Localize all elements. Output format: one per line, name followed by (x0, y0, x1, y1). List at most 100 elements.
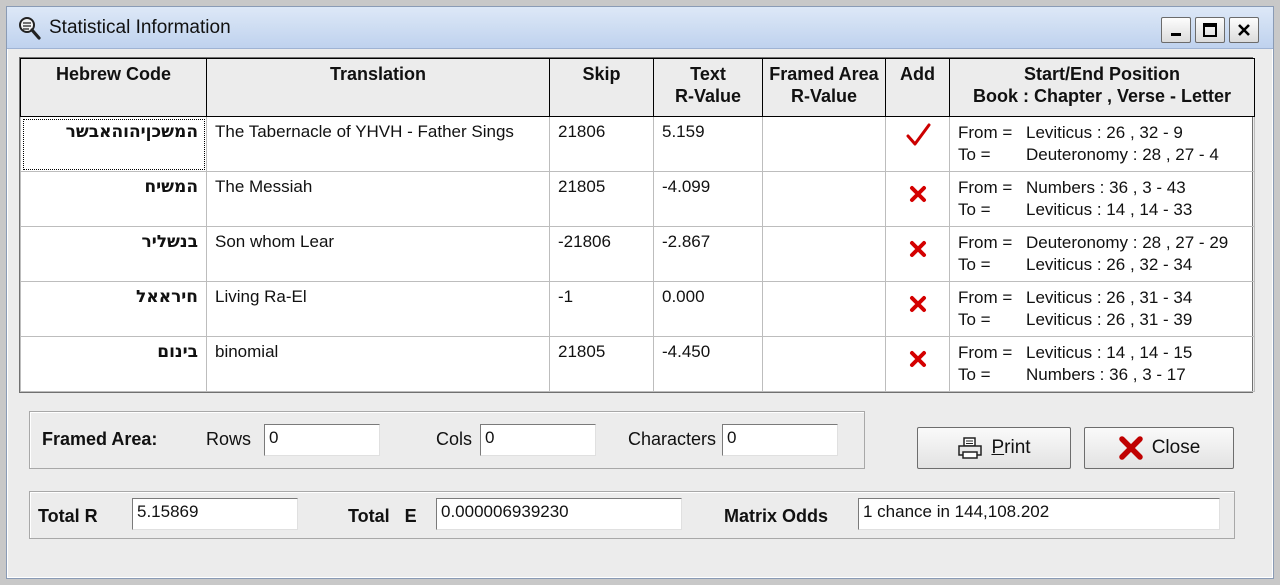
translation-cell[interactable]: Son whom Lear (206, 226, 550, 282)
x-icon (909, 351, 926, 367)
framed-r-value-cell[interactable] (762, 171, 886, 227)
hebrew-code-cell[interactable]: חיראאל (20, 281, 207, 337)
table-row[interactable]: בינום binomial 21805 -4.450 From = Leviticus … (20, 336, 1255, 392)
header-skip[interactable]: Skip (549, 58, 654, 117)
red-x-icon (1118, 436, 1143, 460)
translation-cell[interactable]: The Messiah (206, 171, 550, 227)
close-label: Close (1151, 437, 1201, 458)
maximize-button[interactable] (1195, 17, 1225, 43)
rows-label: Rows (206, 429, 252, 449)
hebrew-code-cell[interactable]: בינום (20, 336, 207, 392)
from-value: Deuteronomy : 28 , 27 - 29 (1026, 233, 1229, 252)
to-value: Numbers : 36 , 3 - 17 (1026, 365, 1186, 384)
add-cell[interactable] (885, 226, 950, 282)
characters-field[interactable]: 0 (722, 424, 838, 456)
add-cell[interactable] (885, 116, 950, 172)
x-icon (909, 186, 926, 202)
total-e-field[interactable]: 0.000006939230 (436, 498, 682, 530)
statistical-information-window: Statistical Information Hebrew Code Tran… (6, 6, 1274, 579)
add-cell[interactable] (885, 171, 950, 227)
text-r-value-cell[interactable]: 5.159 (653, 116, 763, 172)
x-icon (909, 296, 926, 312)
to-value: Leviticus : 26 , 31 - 39 (1026, 310, 1193, 329)
statistics-table: Hebrew Code Translation Skip Text R-Value… (20, 58, 1255, 392)
skip-cell[interactable]: 21805 (549, 336, 654, 392)
print-label: Print (991, 437, 1031, 458)
from-label: From = (958, 233, 1013, 252)
table-row[interactable]: המשיח The Messiah 21805 -4.099 From = Numbers… (20, 171, 1255, 227)
table-row[interactable]: חיראאל Living Ra-El -1 0.000 From = Leviticus… (20, 281, 1255, 337)
from-label: From = (958, 343, 1013, 362)
position-cell[interactable]: From = Numbers : 36 , 3 - 43 To = Leviticus… (949, 171, 1255, 227)
to-value: Leviticus : 14 , 14 - 33 (1026, 200, 1193, 219)
print-button[interactable]: Print (917, 427, 1071, 469)
framed-area-label: Framed Area: (42, 429, 158, 449)
table-row[interactable]: בנשליר Son whom Lear -21806 -2.867 From = Deu… (20, 226, 1255, 282)
from-value: Numbers : 36 , 3 - 43 (1026, 178, 1186, 197)
from-label: From = (958, 178, 1013, 197)
translation-cell[interactable]: binomial (206, 336, 550, 392)
header-text-r-value[interactable]: Text R-Value (653, 58, 763, 117)
from-value: Leviticus : 14 , 14 - 15 (1026, 343, 1193, 362)
position-cell[interactable]: From = Leviticus : 26 , 31 - 34 To = Leviti… (949, 281, 1255, 337)
from-label: From = (958, 123, 1013, 142)
characters-label: Characters (628, 429, 717, 449)
window-title: Statistical Information (49, 17, 231, 38)
table-row[interactable]: המשכןיהוהאבשר The Tabernacle of YHVH - Fa… (20, 116, 1255, 172)
header-row: Hebrew Code Translation Skip Text R-Value… (20, 58, 1255, 117)
magnifier-icon (19, 17, 41, 40)
position-cell[interactable]: From = Leviticus : 26 , 32 - 9 To = Deutero… (949, 116, 1255, 172)
add-cell[interactable] (885, 281, 950, 337)
position-cell[interactable]: From = Deuteronomy : 28 , 27 - 29 To = Levi… (949, 226, 1255, 282)
rows-field[interactable]: 0 (264, 424, 380, 456)
translation-cell[interactable]: Living Ra-El (206, 281, 550, 337)
framed-r-value-cell[interactable] (762, 226, 886, 282)
cols-field[interactable]: 0 (480, 424, 596, 456)
framed-r-value-cell[interactable] (762, 281, 886, 337)
framed-area-panel: Framed Area: Rows 0 Cols 0 Characters 0 (29, 411, 865, 469)
matrix-odds-label: Matrix Odds (724, 506, 829, 526)
text-r-value-cell[interactable]: -4.450 (653, 336, 763, 392)
header-translation[interactable]: Translation (206, 58, 550, 117)
skip-cell[interactable]: -1 (549, 281, 654, 337)
hebrew-code-cell[interactable]: בנשליר (20, 226, 207, 282)
x-icon (909, 241, 926, 257)
position-cell[interactable]: From = Leviticus : 14 , 14 - 15 To = Number… (949, 336, 1255, 392)
framed-r-value-cell[interactable] (762, 336, 886, 392)
translation-cell[interactable]: The Tabernacle of YHVH - Father Sings (206, 116, 550, 172)
to-label: To = (958, 365, 991, 384)
header-framed-area-r-value[interactable]: Framed Area R-Value (762, 58, 886, 117)
skip-cell[interactable]: -21806 (549, 226, 654, 282)
close-window-button[interactable] (1229, 17, 1259, 43)
header-add[interactable]: Add (885, 58, 950, 117)
to-label: To = (958, 310, 991, 329)
statistics-grid[interactable]: Hebrew Code Translation Skip Text R-Value… (19, 57, 1255, 393)
matrix-odds-field[interactable]: 1 chance in 144,108.202 (858, 498, 1220, 530)
from-label: From = (958, 288, 1013, 307)
title-bar[interactable]: Statistical Information (7, 7, 1273, 49)
check-icon (906, 123, 930, 146)
framed-r-value-cell[interactable] (762, 116, 886, 172)
totals-panel: Total R 5.15869 Total E 0.000006939230 M… (29, 491, 1235, 539)
to-label: To = (958, 200, 991, 219)
maximize-icon (1203, 23, 1217, 37)
to-value: Leviticus : 26 , 32 - 34 (1026, 255, 1193, 274)
close-icon (1238, 24, 1250, 36)
total-e-label: Total E (348, 506, 417, 526)
header-start-end-position[interactable]: Start/End Position Book : Chapter , Verse… (949, 58, 1255, 117)
hebrew-code-cell[interactable]: המשכןיהוהאבשר (20, 116, 207, 172)
hebrew-code-cell[interactable]: המשיח (20, 171, 207, 227)
minimize-button[interactable] (1161, 17, 1191, 43)
text-r-value-cell[interactable]: -2.867 (653, 226, 763, 282)
printer-icon (958, 437, 983, 459)
total-r-label: Total R (38, 506, 98, 526)
header-hebrew-code[interactable]: Hebrew Code (20, 58, 207, 117)
minimize-icon (1171, 33, 1181, 36)
skip-cell[interactable]: 21806 (549, 116, 654, 172)
close-button[interactable]: Close (1084, 427, 1234, 469)
text-r-value-cell[interactable]: 0.000 (653, 281, 763, 337)
add-cell[interactable] (885, 336, 950, 392)
text-r-value-cell[interactable]: -4.099 (653, 171, 763, 227)
skip-cell[interactable]: 21805 (549, 171, 654, 227)
total-r-field[interactable]: 5.15869 (132, 498, 298, 530)
